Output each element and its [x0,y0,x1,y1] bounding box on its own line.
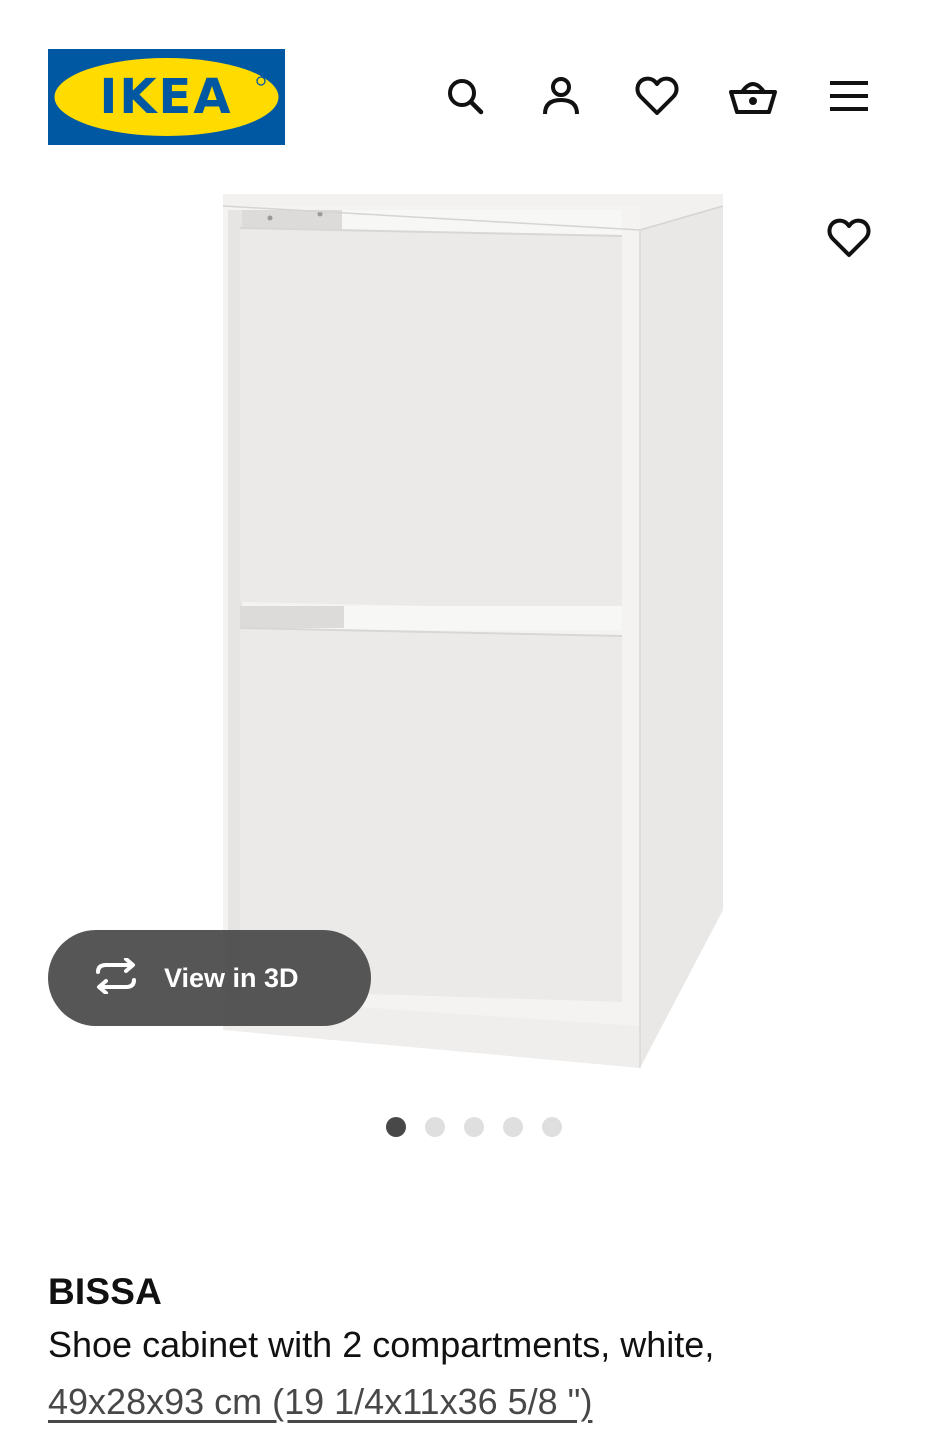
carousel-dot[interactable] [463,1117,484,1137]
menu-icon[interactable] [823,70,875,122]
product-name: BISSA [48,1271,163,1312]
carousel-dot[interactable] [385,1117,406,1137]
heart-icon [827,218,871,257]
rotate-3d-icon [90,956,142,999]
header: IKEA [0,0,947,150]
carousel-dots [0,1117,947,1137]
product-description: Shoe cabinet with 2 compartments, white, [48,1324,715,1365]
view-in-3d-button[interactable]: View in 3D [48,930,371,1026]
carousel-dot[interactable] [541,1117,562,1137]
product-dimensions-link[interactable]: 49x28x93 cm (19 1/4x11x36 5/8 ") [48,1374,592,1430]
basket-icon[interactable] [727,70,779,122]
heart-icon[interactable] [631,70,683,122]
product-info: BISSA Shoe cabinet with 2 compartments, … [48,1268,908,1430]
account-icon[interactable] [535,70,587,122]
product-gallery[interactable]: View in 3D [0,160,947,1090]
carousel-dot[interactable] [424,1117,445,1137]
carousel-dot[interactable] [502,1117,523,1137]
view-in-3d-label: View in 3D [164,962,299,993]
search-icon[interactable] [439,70,491,122]
logo-text: IKEA [100,69,233,125]
header-nav [439,70,875,122]
favourite-button[interactable] [821,210,877,266]
ikea-logo[interactable]: IKEA [48,49,285,145]
